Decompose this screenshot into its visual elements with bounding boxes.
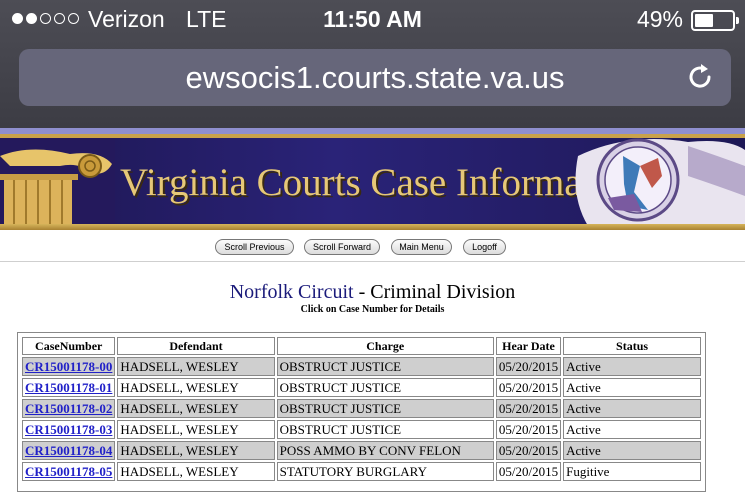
defendant-cell: HADSELL, WESLEY	[117, 378, 275, 397]
banner-border-bottom	[0, 224, 745, 230]
table-row: CR15001178-03 HADSELL, WESLEY OBSTRUCT J…	[22, 420, 701, 439]
defendant-cell: HADSELL, WESLEY	[117, 420, 275, 439]
banner-title: Virginia Courts Case Information	[120, 161, 643, 204]
scroll-forward-button[interactable]: Scroll Forward	[304, 239, 380, 255]
case-number-link[interactable]: CR15001178-05	[25, 464, 112, 479]
case-number-link[interactable]: CR15001178-04	[25, 443, 112, 458]
browser-chrome: Verizon LTE 11:50 AM 49% ewsocis1.courts…	[0, 0, 745, 128]
status-cell: Active	[563, 378, 701, 397]
table-row: CR15001178-00 HADSELL, WESLEY OBSTRUCT J…	[22, 357, 701, 376]
charge-cell: OBSTRUCT JUSTICE	[276, 420, 494, 439]
main-menu-button[interactable]: Main Menu	[391, 239, 452, 255]
col-header-case-number: CaseNumber	[22, 337, 116, 355]
address-bar[interactable]: ewsocis1.courts.state.va.us	[19, 49, 731, 106]
scroll-previous-button[interactable]: Scroll Previous	[215, 239, 294, 255]
instruction-text: Click on Case Number for Details	[300, 304, 445, 315]
status-bar: Verizon LTE 11:50 AM 49%	[0, 0, 745, 42]
table-row: CR15001178-02 HADSELL, WESLEY OBSTRUCT J…	[22, 399, 701, 418]
table-row: CR15001178-04 HADSELL, WESLEY POSS AMMO …	[22, 441, 701, 460]
status-cell: Fugitive	[563, 462, 701, 481]
nav-button-row: Scroll Previous Scroll Forward Main Menu…	[0, 231, 745, 262]
charge-cell: STATUTORY BURGLARY	[276, 462, 494, 481]
charge-cell: POSS AMMO BY CONV FELON	[276, 441, 494, 460]
virginia-seal-icon	[575, 138, 745, 226]
hear-date-cell: 05/20/2015	[495, 420, 562, 439]
case-results-table: CaseNumber Defendant Charge Hear Date St…	[17, 332, 706, 492]
table-row: CR15001178-01 HADSELL, WESLEY OBSTRUCT J…	[22, 378, 701, 397]
clock: 11:50 AM	[323, 6, 422, 32]
ionic-column-icon	[0, 138, 115, 226]
page-title: Norfolk Circuit - Criminal Division	[0, 281, 745, 304]
col-header-hear-date: Hear Date	[495, 337, 562, 355]
logoff-button[interactable]: Logoff	[463, 239, 506, 255]
defendant-cell: HADSELL, WESLEY	[117, 357, 275, 376]
col-header-charge: Charge	[276, 337, 494, 355]
url-text[interactable]: ewsocis1.courts.state.va.us	[19, 60, 731, 96]
battery-percent: 49%	[636, 6, 683, 32]
case-number-link[interactable]: CR15001178-01	[25, 380, 112, 395]
case-number-link[interactable]: CR15001178-00	[25, 359, 112, 374]
col-header-status: Status	[563, 337, 701, 355]
hear-date-cell: 05/20/2015	[495, 441, 562, 460]
court-name: Norfolk Circuit	[229, 281, 354, 303]
defendant-cell: HADSELL, WESLEY	[117, 399, 275, 418]
status-cell: Active	[563, 357, 701, 376]
case-number-link[interactable]: CR15001178-02	[25, 401, 112, 416]
hear-date-cell: 05/20/2015	[495, 378, 562, 397]
hear-date-cell: 05/20/2015	[495, 357, 562, 376]
status-cell: Active	[563, 399, 701, 418]
battery-icon	[691, 10, 739, 31]
reload-icon[interactable]	[685, 62, 715, 92]
table-row: CR15001178-05 HADSELL, WESLEY STATUTORY …	[22, 462, 701, 481]
hear-date-cell: 05/20/2015	[495, 399, 562, 418]
charge-cell: OBSTRUCT JUSTICE	[276, 378, 494, 397]
status-cell: Active	[563, 441, 701, 460]
status-cell: Active	[563, 420, 701, 439]
col-header-defendant: Defendant	[117, 337, 275, 355]
division-name: Criminal Division	[370, 281, 516, 303]
case-number-link[interactable]: CR15001178-03	[25, 422, 112, 437]
title-separator: -	[353, 281, 371, 303]
defendant-cell: HADSELL, WESLEY	[117, 441, 275, 460]
table-header-row: CaseNumber Defendant Charge Hear Date St…	[22, 337, 701, 355]
defendant-cell: HADSELL, WESLEY	[117, 462, 275, 481]
charge-cell: OBSTRUCT JUSTICE	[276, 357, 494, 376]
hear-date-cell: 05/20/2015	[495, 462, 562, 481]
charge-cell: OBSTRUCT JUSTICE	[276, 399, 494, 418]
